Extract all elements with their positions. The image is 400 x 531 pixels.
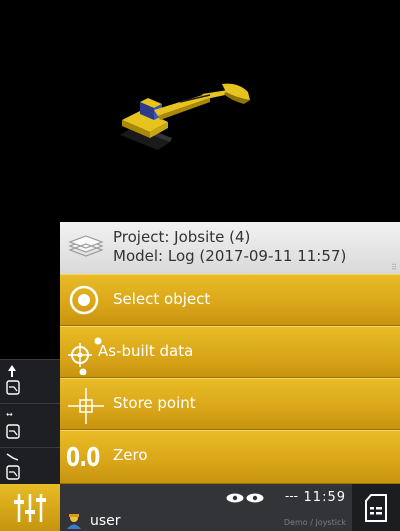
3d-viewport[interactable] xyxy=(0,0,400,222)
settings-button[interactable] xyxy=(0,484,60,531)
documents-button[interactable] xyxy=(352,484,400,531)
mode-label: Demo / Joystick xyxy=(283,518,346,527)
excavator-model xyxy=(120,83,250,150)
width-indicator-button[interactable]: ↔ xyxy=(0,403,60,448)
zero-label: Zero xyxy=(113,446,148,464)
signal-status: --- xyxy=(285,489,298,503)
select-object-label: Select object xyxy=(113,290,211,308)
clock: 11:59 xyxy=(303,490,346,505)
crosshair-icon xyxy=(68,388,104,424)
raise-indicator-button[interactable] xyxy=(0,359,60,404)
store-point-label: Store point xyxy=(113,394,196,412)
slope-indicator-button[interactable] xyxy=(0,447,60,485)
project-header[interactable]: Project: Jobsite (4) Model: Log (2017-09… xyxy=(60,222,400,275)
bottom-bar: --- 11:59 user Demo / Joystick xyxy=(0,484,400,531)
curve-gauge-icon xyxy=(6,453,20,480)
zero-value: 0.0 xyxy=(66,443,100,473)
arrow-up-gauge-icon xyxy=(6,365,20,395)
radio-target-icon xyxy=(69,285,99,315)
context-menu-panel: Project: Jobsite (4) Model: Log (2017-09… xyxy=(60,222,400,484)
svg-text:↔: ↔ xyxy=(6,410,13,419)
document-icon xyxy=(365,494,387,522)
project-label: Project: Jobsite (4) xyxy=(113,228,251,246)
resize-grip-icon: ⠿ xyxy=(391,263,397,272)
as-built-data-label: As-built data xyxy=(98,342,194,360)
eye-icon xyxy=(226,493,244,503)
eye-icon xyxy=(246,493,264,503)
layers-icon xyxy=(68,235,104,257)
user-name[interactable]: user xyxy=(90,513,121,529)
select-object-button[interactable]: Select object xyxy=(60,274,400,326)
as-built-data-button[interactable]: As-built data xyxy=(60,326,400,378)
horizontal-arrows-gauge-icon: ↔ xyxy=(6,410,20,439)
status-area: --- 11:59 user Demo / Joystick xyxy=(60,484,352,531)
store-point-button[interactable]: Store point xyxy=(60,378,400,430)
user-icon xyxy=(67,514,81,529)
zero-button[interactable]: 0.0 Zero xyxy=(60,430,400,484)
model-label: Model: Log (2017-09-11 11:57) xyxy=(113,247,347,265)
sliders-icon xyxy=(14,494,46,522)
